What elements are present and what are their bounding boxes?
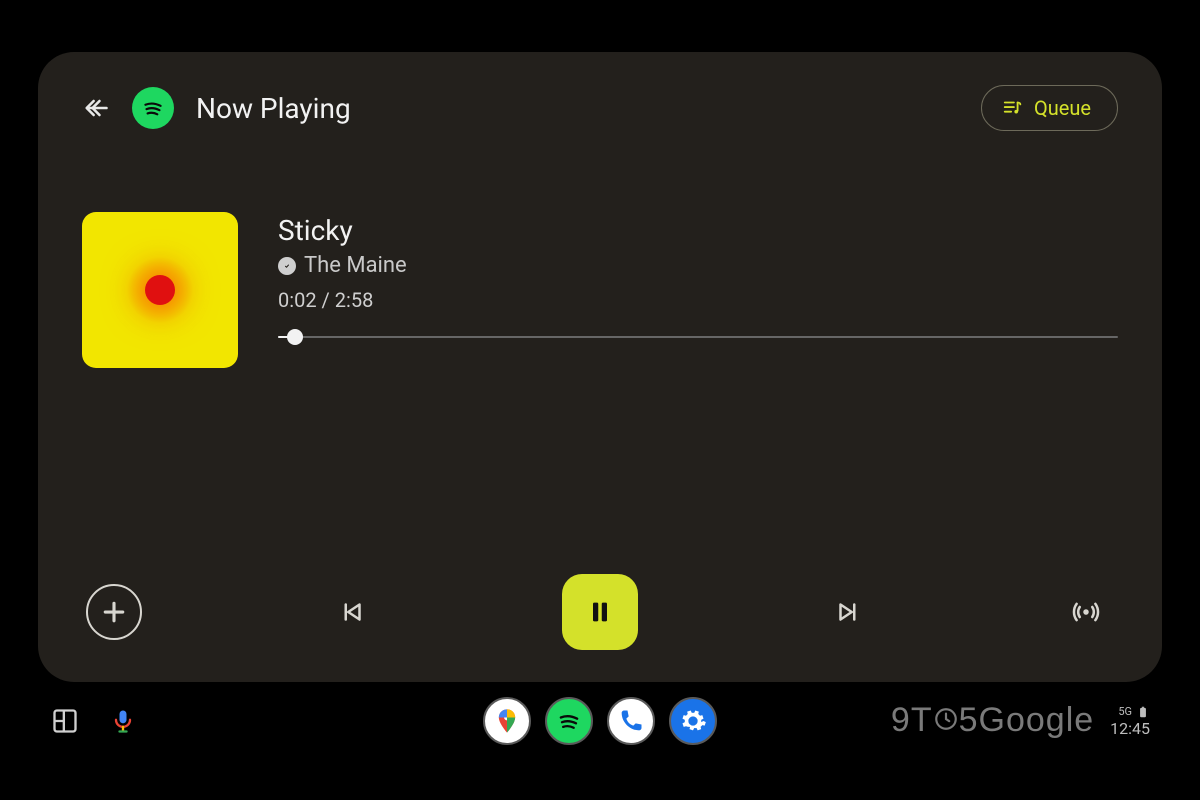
broadcast-icon	[1071, 597, 1101, 627]
system-navbar: 9T5Google 5G 12:45	[38, 692, 1162, 750]
progress-bar[interactable]	[278, 330, 1118, 344]
queue-music-icon	[1002, 97, 1024, 119]
next-track-button[interactable]	[820, 584, 876, 640]
album-art	[82, 212, 238, 368]
skip-next-icon	[833, 597, 863, 627]
broadcast-button[interactable]	[1058, 584, 1114, 640]
status-bar: 5G 12:45	[1110, 705, 1150, 737]
add-to-library-button[interactable]	[86, 584, 142, 640]
previous-track-button[interactable]	[324, 584, 380, 640]
dock-app-maps[interactable]	[483, 697, 531, 745]
voice-assistant-button[interactable]	[108, 706, 138, 736]
plus-icon	[99, 597, 129, 627]
play-pause-button[interactable]	[562, 574, 638, 650]
queue-label: Queue	[1034, 96, 1091, 120]
spotify-icon	[555, 707, 583, 735]
track-info: Sticky The Maine 0:02 / 2:58	[82, 212, 1118, 368]
header: Now Playing Queue	[82, 82, 1118, 134]
dashboard-button[interactable]	[50, 706, 80, 736]
pause-icon	[586, 598, 614, 626]
spotify-icon	[132, 87, 174, 129]
clock-icon	[933, 706, 959, 732]
phone-icon	[617, 707, 645, 735]
progress-track	[278, 336, 1118, 338]
signal-label: 5G	[1118, 706, 1132, 717]
back-button[interactable]	[82, 94, 110, 122]
track-artist: The Maine	[304, 253, 407, 278]
clock: 12:45	[1110, 721, 1150, 737]
playback-controls	[82, 562, 1118, 658]
mic-icon	[109, 707, 137, 735]
dock-app-spotify[interactable]	[545, 697, 593, 745]
gear-icon	[679, 707, 707, 735]
skip-previous-icon	[337, 597, 367, 627]
dashboard-icon	[51, 707, 79, 735]
current-time: 0:02	[278, 288, 317, 312]
app-dock	[483, 697, 717, 745]
maps-icon	[493, 707, 521, 735]
time-display: 0:02 / 2:58	[278, 288, 1118, 312]
watermark: 9T5Google	[891, 701, 1094, 742]
track-title: Sticky	[278, 214, 353, 247]
dock-app-phone[interactable]	[607, 697, 655, 745]
battery-icon	[1136, 705, 1150, 719]
queue-button[interactable]: Queue	[981, 85, 1118, 131]
now-playing-card: Now Playing Queue Sticky	[38, 52, 1162, 682]
verified-badge-icon	[278, 257, 296, 275]
arrow-left-icon	[82, 94, 110, 122]
progress-thumb[interactable]	[287, 329, 303, 345]
dock-app-settings[interactable]	[669, 697, 717, 745]
duration: 2:58	[335, 288, 374, 312]
page-title: Now Playing	[196, 92, 351, 125]
